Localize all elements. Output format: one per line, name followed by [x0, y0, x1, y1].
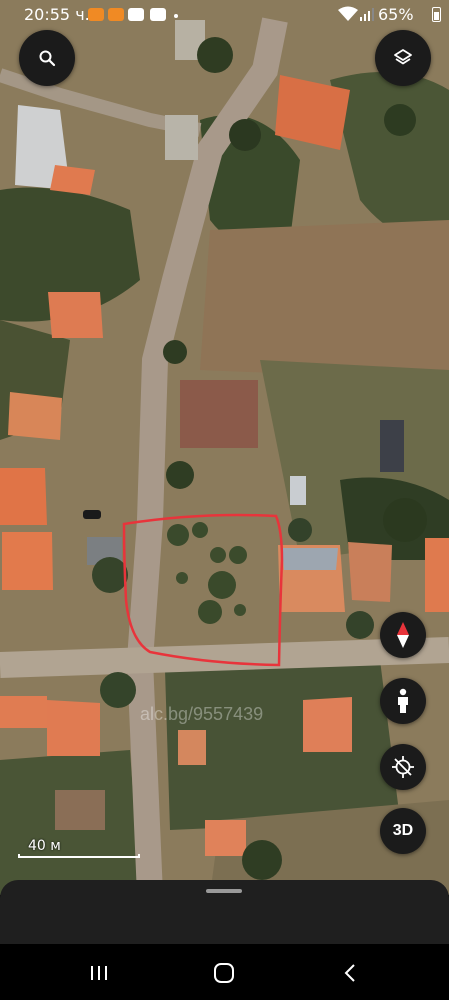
wifi-icon: [338, 6, 358, 21]
compass-icon: [397, 622, 409, 648]
satellite-map[interactable]: alc.bg/9557439 3D 40 м: [0, 0, 449, 895]
3d-toggle-button[interactable]: 3D: [380, 808, 426, 854]
back-icon[interactable]: [335, 960, 365, 986]
my-location-button[interactable]: [380, 744, 426, 790]
home-icon[interactable]: [209, 960, 239, 986]
battery-icon: [432, 7, 441, 22]
location-off-icon: [392, 756, 414, 778]
status-time: 20:55 ч.: [24, 5, 90, 24]
street-view-button[interactable]: [380, 678, 426, 724]
scale-bar: 40 м: [18, 838, 140, 858]
youtube-icon: [128, 8, 144, 21]
more-notifications-icon: [174, 14, 178, 18]
3d-label: 3D: [392, 822, 414, 839]
sheet-drag-handle[interactable]: [206, 889, 242, 893]
search-icon: [39, 50, 56, 67]
layers-icon: [394, 49, 412, 65]
recent-apps-icon[interactable]: [84, 960, 114, 986]
status-bar: 20:55 ч. 65%: [0, 0, 449, 30]
signal-icon: [360, 8, 374, 21]
scale-label: 40 м: [28, 838, 61, 854]
ok-app-icon: [108, 8, 124, 21]
scale-line: [18, 854, 140, 858]
compass-button[interactable]: [380, 612, 426, 658]
bottom-sheet[interactable]: [0, 880, 449, 950]
watermark: alc.bg/9557439: [140, 704, 264, 724]
layers-button[interactable]: [375, 30, 431, 86]
battery-percent: 65%: [378, 5, 414, 24]
pegman-icon: [398, 688, 408, 713]
system-navigation-bar: [0, 944, 449, 1000]
ok-app-icon: [88, 8, 104, 21]
search-button[interactable]: [19, 30, 75, 86]
youtube-icon: [150, 8, 166, 21]
